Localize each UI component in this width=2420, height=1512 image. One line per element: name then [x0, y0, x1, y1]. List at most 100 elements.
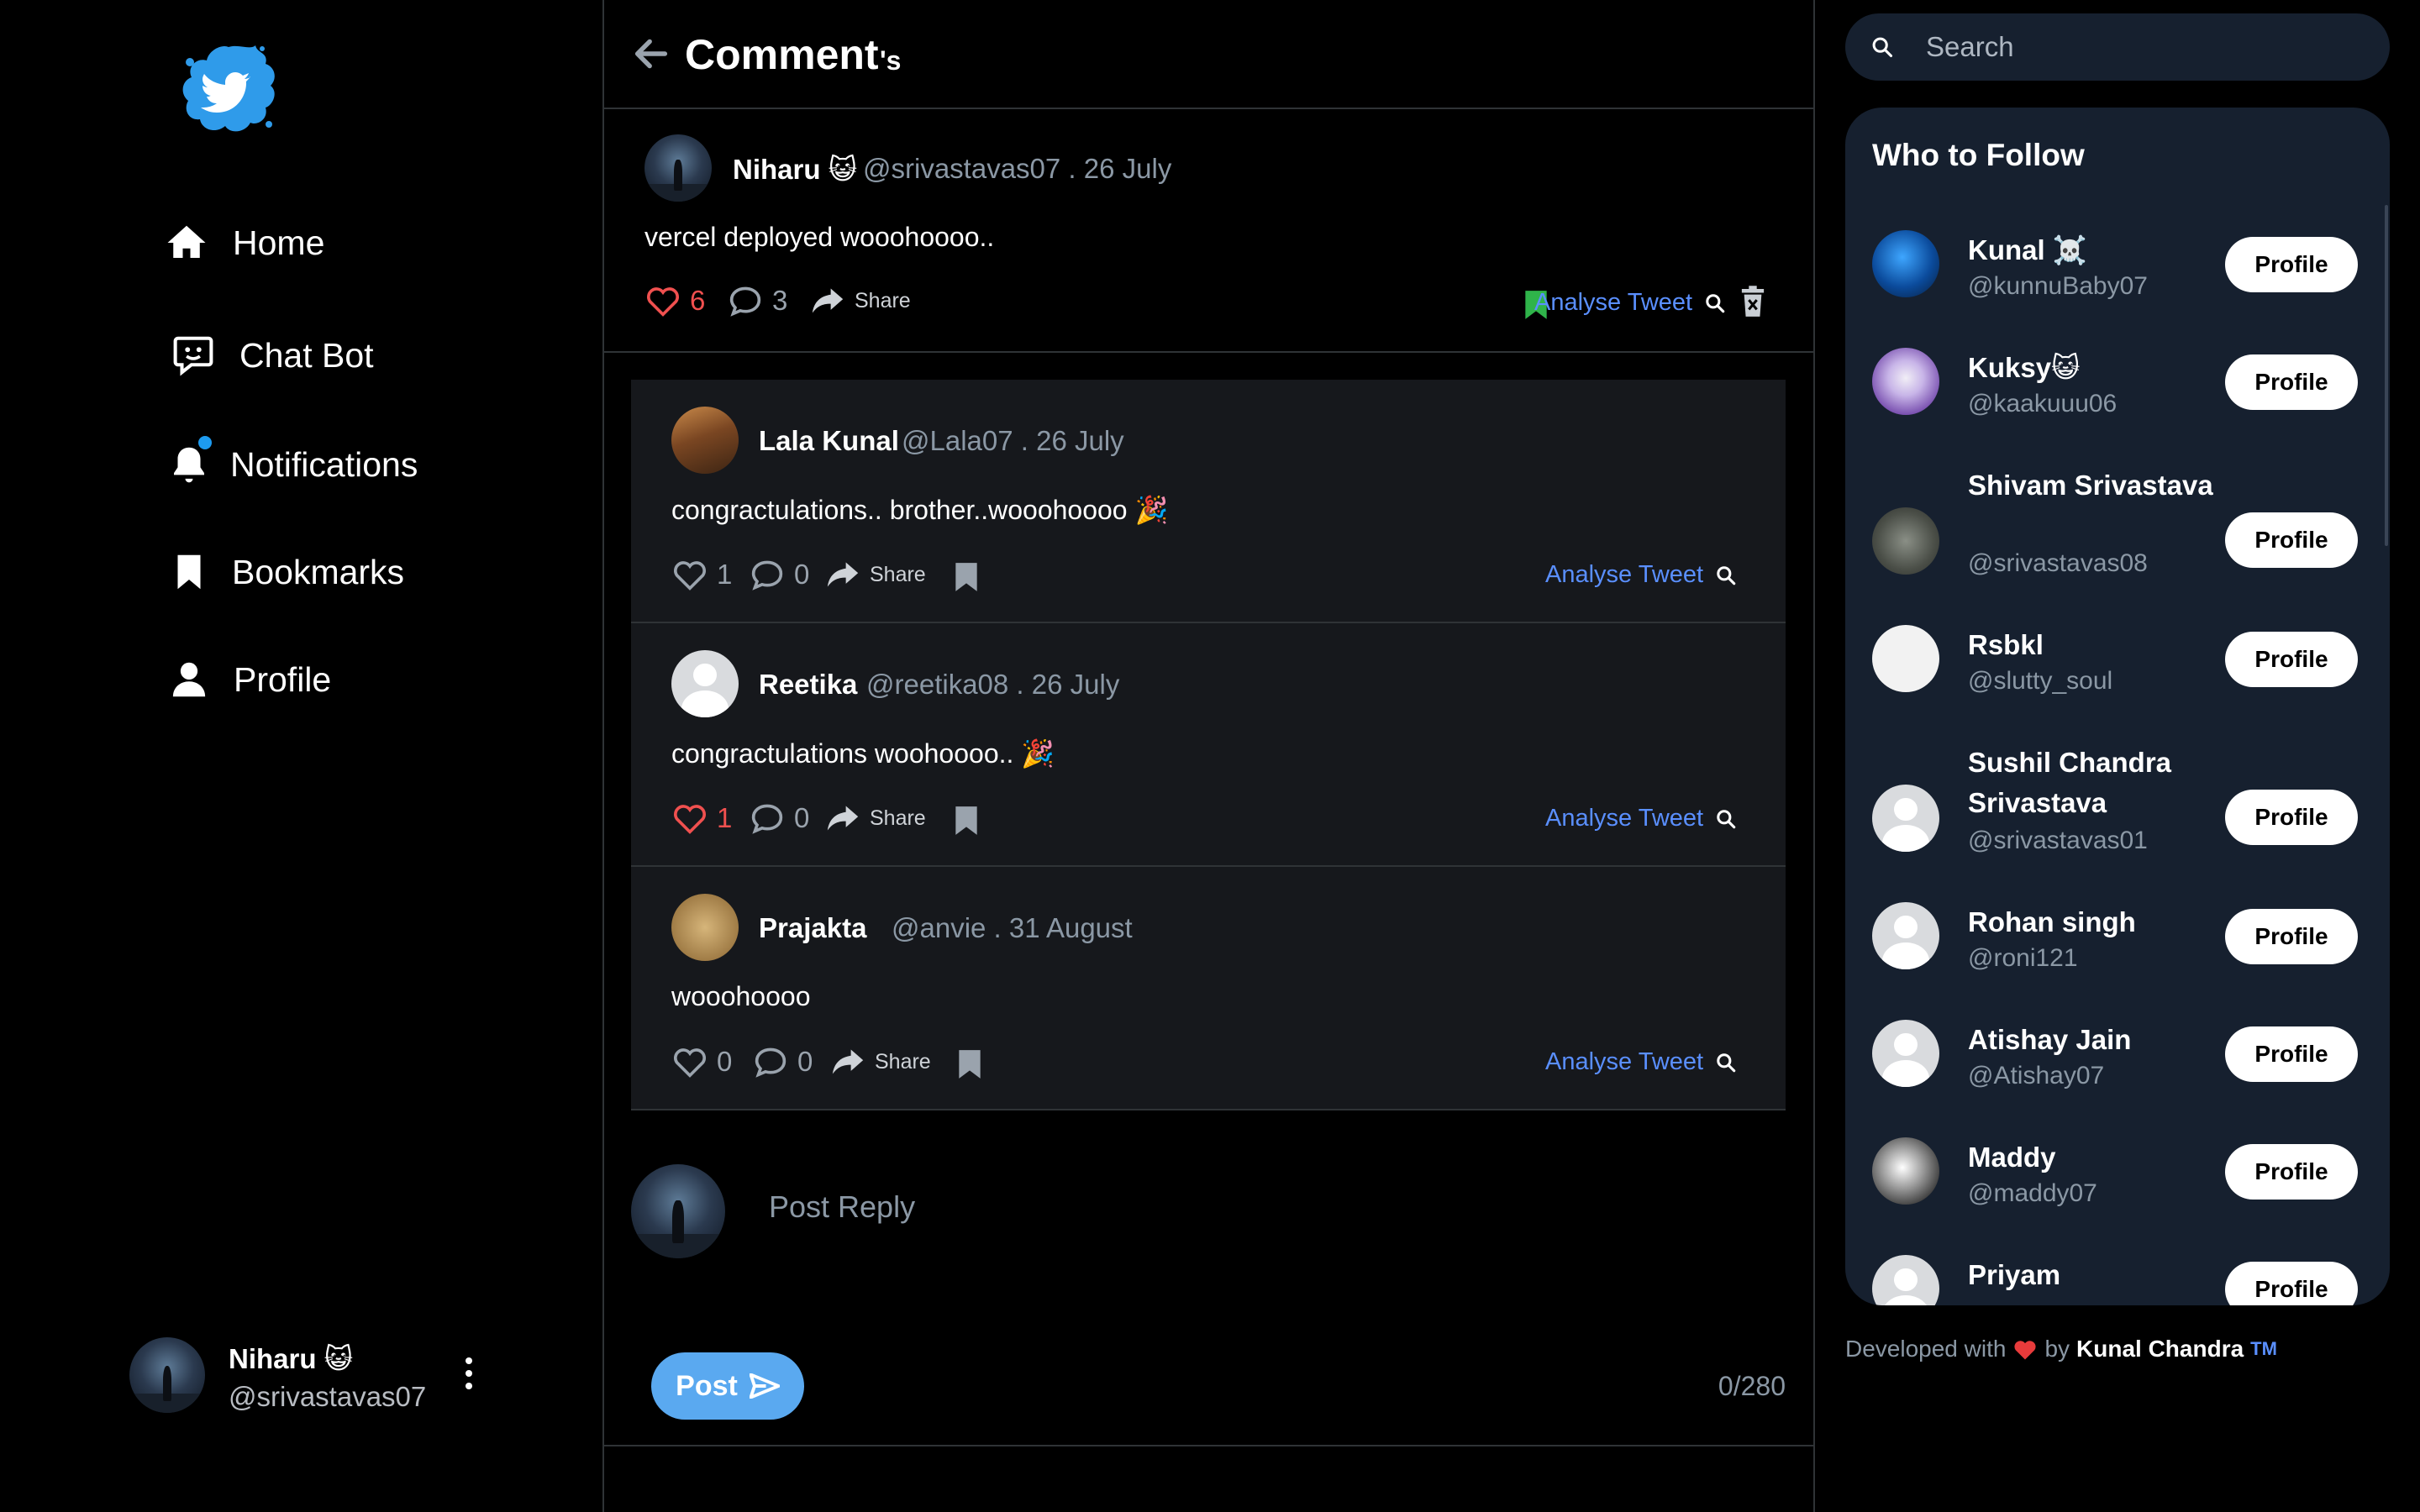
home-icon [167, 225, 206, 258]
search-icon [1717, 809, 1736, 828]
share-button[interactable]: Share [824, 558, 926, 591]
bookmark-icon[interactable] [954, 805, 979, 837]
comment-button[interactable]: 0 [749, 801, 809, 835]
search-bar[interactable] [1845, 13, 2390, 81]
nav-profile-label: Profile [234, 659, 332, 699]
post-text: vercel deployed wooohoooo.. [644, 222, 995, 252]
scrollbar[interactable] [2385, 205, 2388, 546]
page-title: Comment [685, 31, 879, 78]
avatar [1872, 625, 1939, 692]
profile-button[interactable]: Profile [2225, 512, 2358, 568]
share-button[interactable]: Share [829, 1045, 931, 1079]
comments-column: Comment 's Niharu 😺 @srivastavas07 . 26 … [604, 0, 1815, 1512]
post-author-name[interactable]: Niharu 😺 [733, 153, 857, 186]
like-button[interactable]: 0 [671, 1045, 732, 1079]
avatar[interactable] [644, 134, 712, 202]
profile-button[interactable]: Profile [2225, 790, 2358, 845]
profile-button[interactable]: Profile [2225, 237, 2358, 292]
avatar [1872, 1137, 1939, 1205]
comment-button[interactable]: 3 [727, 284, 787, 318]
page-header: Comment 's [604, 0, 1813, 109]
reply-author-name[interactable]: Prajakta [759, 912, 866, 944]
analyse-tweet-link[interactable]: Analyse Tweet [1545, 561, 1737, 589]
comment-icon [751, 804, 783, 834]
share-icon [832, 1049, 864, 1074]
follow-handle: @maddy07 [1968, 1179, 2097, 1207]
nav-profile[interactable]: Profile [166, 657, 331, 702]
profile-button[interactable]: Profile [2225, 909, 2358, 964]
post-button-label: Post [676, 1369, 738, 1402]
list-item: Lala Kunal @Lala07 . 26 July congractula… [631, 380, 1786, 623]
like-count: 1 [717, 559, 733, 590]
avatar[interactable] [671, 894, 739, 961]
nav-bookmarks[interactable]: Bookmarks [166, 549, 404, 595]
follow-name: Rsbkl [1968, 629, 2044, 660]
follow-handle: @roni121 [1968, 944, 2078, 972]
reply-author-meta: @reetika08 . 26 July [866, 669, 1120, 700]
trademark-mark: TM [2250, 1338, 2277, 1359]
share-button[interactable]: Share [809, 284, 911, 318]
comment-button[interactable]: 0 [752, 1045, 813, 1079]
replies-list: Lala Kunal @Lala07 . 26 July congractula… [631, 380, 1786, 1110]
profile-button[interactable]: Profile [2225, 632, 2358, 687]
reply-composer: Post 0/280 [631, 1164, 1786, 1433]
avatar [1872, 1255, 1939, 1305]
analyse-tweet-link[interactable]: Analyse Tweet [1534, 289, 1726, 317]
analyse-tweet-link[interactable]: Analyse Tweet [1545, 805, 1737, 832]
like-button[interactable]: 6 [644, 284, 705, 318]
footer-author[interactable]: Kunal Chandra [2076, 1336, 2244, 1362]
who-to-follow-panel: Who to Follow Kunal ☠️ @kunnuBaby07 Prof… [1845, 108, 2390, 1305]
reply-input[interactable] [767, 1181, 1611, 1233]
avatar [1872, 1020, 1939, 1087]
nav-home[interactable]: Home [164, 220, 324, 265]
comment-count: 0 [794, 802, 810, 833]
share-icon [827, 806, 859, 831]
share-icon [827, 562, 859, 587]
avatar [1872, 348, 1939, 415]
current-user-card[interactable]: Niharu 😺 @srivastavas07 [126, 1336, 513, 1420]
follow-handle: @srivastavas01 [1968, 827, 2148, 854]
user-icon [172, 662, 206, 697]
footer-by: by [2044, 1336, 2070, 1362]
reply-author-name[interactable]: Reetika [759, 669, 857, 701]
like-button[interactable]: 1 [671, 558, 732, 591]
avatar[interactable] [671, 407, 739, 474]
profile-button[interactable]: Profile [2225, 354, 2358, 410]
analyse-tweet-label: Analyse Tweet [1545, 561, 1704, 588]
bookmark-icon[interactable] [957, 1048, 982, 1080]
nav-chat-bot[interactable]: Chat Bot [171, 333, 374, 378]
more-options-icon[interactable] [450, 1352, 487, 1394]
follow-name: Maddy [1968, 1142, 2056, 1173]
comment-count: 3 [772, 285, 788, 316]
profile-button[interactable]: Profile [2225, 1262, 2358, 1305]
share-button[interactable]: Share [824, 801, 926, 835]
comment-icon [755, 1047, 786, 1078]
search-input[interactable] [1924, 25, 2365, 69]
follow-handle: @kaakuuu06 [1968, 390, 2118, 417]
avatar[interactable] [671, 650, 739, 717]
avatar [1872, 507, 1939, 575]
analyse-tweet-link[interactable]: Analyse Tweet [1545, 1048, 1737, 1076]
who-to-follow-title: Who to Follow [1872, 138, 2085, 172]
avatar [1872, 230, 1939, 297]
like-button[interactable]: 1 [671, 801, 732, 835]
post-button[interactable]: Post [651, 1352, 804, 1420]
character-counter: 0/280 [1718, 1371, 1786, 1401]
profile-button[interactable]: Profile [2225, 1026, 2358, 1082]
comment-button[interactable]: 0 [749, 558, 809, 591]
follow-name: Rohan singh [1968, 906, 2136, 937]
search-icon [1872, 37, 1893, 58]
footer-prefix: Developed with [1845, 1336, 2007, 1362]
bookmark-icon[interactable] [954, 561, 979, 593]
twitter-logo-icon[interactable] [178, 42, 279, 138]
nav-chat-bot-label: Chat Bot [239, 335, 374, 375]
nav-notifications-label: Notifications [230, 444, 418, 484]
heart-icon [647, 287, 679, 317]
search-icon [1717, 565, 1736, 585]
reply-author-name[interactable]: Lala Kunal [759, 425, 899, 457]
follow-name: Shivam Srivastava [1968, 470, 2213, 501]
back-arrow-icon[interactable] [633, 37, 670, 71]
share-label: Share [870, 806, 926, 830]
delete-icon[interactable] [1740, 286, 1765, 318]
profile-button[interactable]: Profile [2225, 1144, 2358, 1200]
